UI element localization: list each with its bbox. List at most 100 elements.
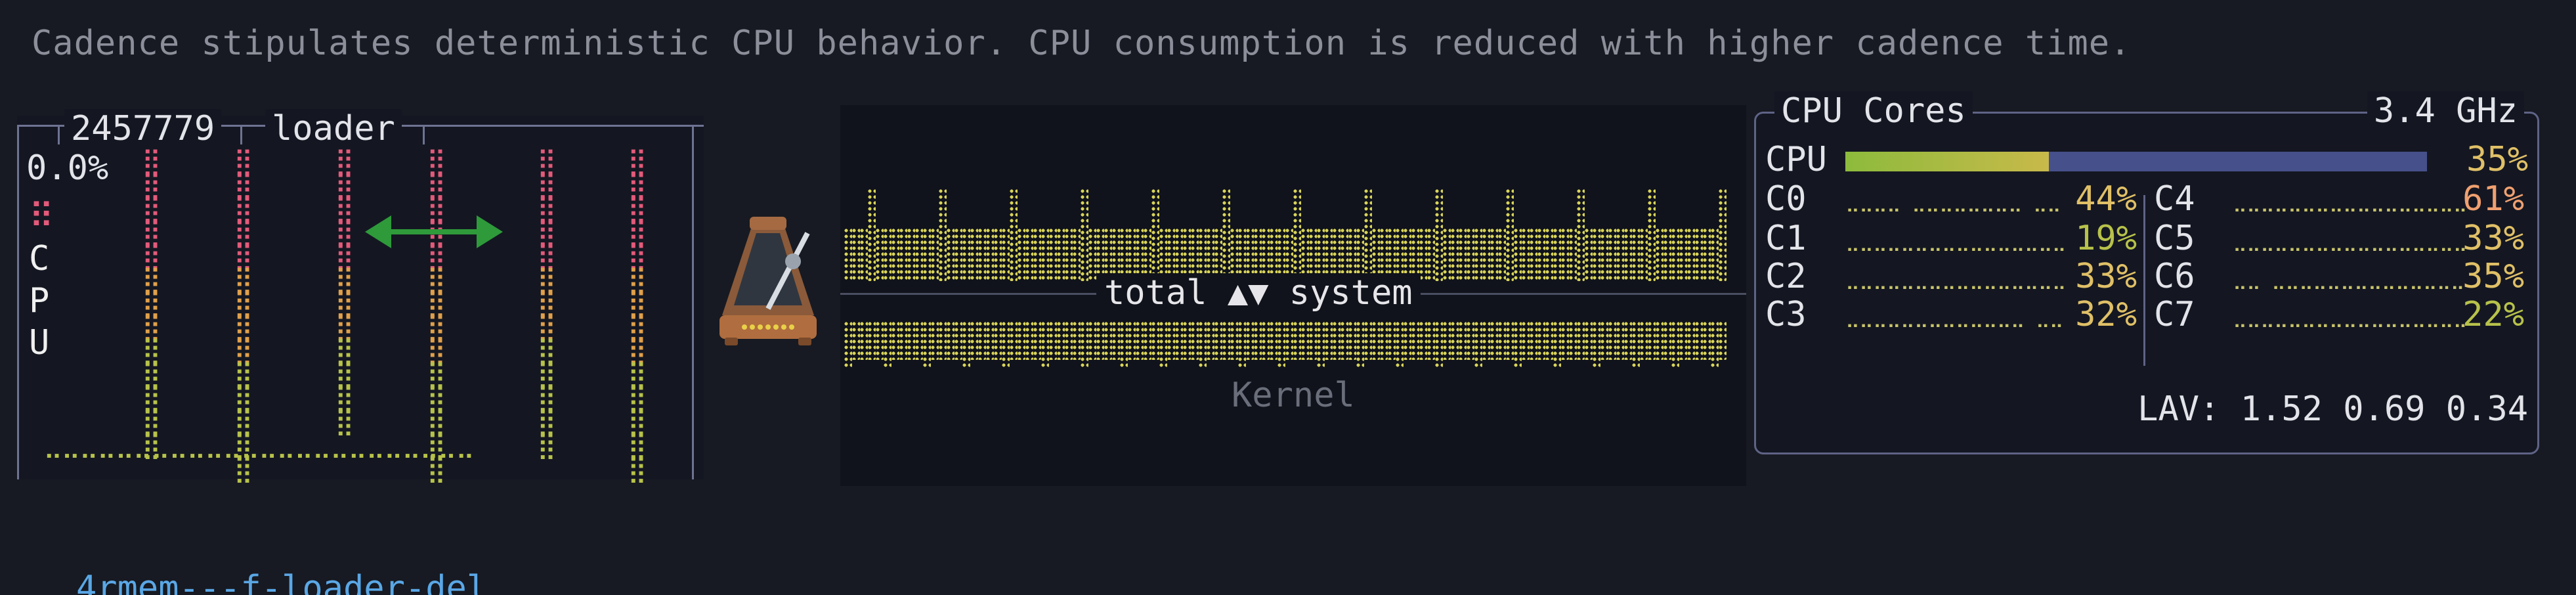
system-bar-down <box>1380 322 1388 360</box>
system-bar-down <box>939 322 947 360</box>
cpu-cores-panel[interactable]: CPU Cores 3.4 GHz CPU 35% C0 ⣀⣀⣀⣀ ⣀⣀⣀⣀⣀⣀… <box>1754 91 2539 454</box>
system-bar-down <box>1537 322 1545 360</box>
process-graph-column: ⣿ ⣿ ⣿ ⣿ ⣿ ⣿ ⣿ ⣿ ⣿ ⣿ ⣿ ⣿ ⣿ <box>537 146 556 460</box>
system-bar-up <box>1679 229 1687 281</box>
metronome-icon <box>719 217 817 345</box>
core-percent-c0: 44% <box>2075 179 2137 219</box>
system-bar-up <box>1049 229 1057 281</box>
system-bar-up <box>1018 229 1025 281</box>
system-bar-down <box>1301 322 1309 360</box>
system-bar-down <box>1451 322 1459 360</box>
panel-border-tick <box>58 125 60 144</box>
core-percent-c6: 35% <box>2462 257 2524 296</box>
system-bar-up <box>1522 229 1530 281</box>
system-bar-up <box>899 229 907 281</box>
system-bar-down <box>1246 322 1254 360</box>
system-bar-down <box>994 322 1002 360</box>
system-bar-down <box>1317 322 1325 368</box>
system-bar-down <box>1128 322 1136 360</box>
system-bar-up <box>1025 229 1033 281</box>
system-bar-up <box>1537 229 1545 281</box>
system-bar-up <box>915 229 923 281</box>
system-bar-up <box>1695 229 1703 281</box>
system-bar-down <box>1033 322 1041 360</box>
system-graph-label[interactable]: total ▲▼ system <box>1096 273 1421 313</box>
system-bar-down <box>1207 322 1214 360</box>
system-bar-up <box>923 229 931 281</box>
panel-border-right <box>692 125 694 479</box>
core-sparkline-c0: ⣀⣀⣀⣀ ⣀⣀⣀⣀⣀⣀⣀⣀ ⣀⣀ <box>1845 190 2061 213</box>
system-bar-up <box>1451 229 1459 281</box>
system-bar-up <box>1632 229 1640 281</box>
vertical-label-dots: ⠿ <box>29 197 54 236</box>
system-bar-up <box>1577 189 1585 281</box>
system-bar-down <box>1136 322 1144 360</box>
process-name: loader <box>265 109 402 148</box>
system-bar-up <box>1057 229 1065 281</box>
system-bar-up <box>994 229 1002 281</box>
system-bar-down <box>1348 322 1356 360</box>
system-bar-down <box>923 322 931 368</box>
system-bar-up <box>1687 229 1695 281</box>
system-bar-up <box>868 189 876 281</box>
system-bar-down <box>1404 322 1411 360</box>
system-bar-up <box>1585 229 1593 281</box>
system-bar-up <box>1222 189 1230 281</box>
system-bar-up <box>1490 229 1498 281</box>
core-label-c6: C6 <box>2154 257 2195 296</box>
core-sparkline-c5: ⣀⣀⣀⣀⣀⣀⣀⣀⣀⣀⣀⣀⣀⣀⣀⣀⣀ <box>2233 229 2468 252</box>
system-bar-up <box>1624 229 1632 281</box>
process-graph-column: ⣿ ⣿ ⣿ ⣿ ⣿ ⣿ ⣿ ⣿ ⣿ ⣿ ⣿ ⣿ ⣿ ⣿ <box>628 146 647 484</box>
system-bar-down <box>1309 322 1317 360</box>
core-sparkline-c3: ⣀⣀⣀⣀⣀⣀⣀⣀⣀⣀⣀⣀⣀ ⣀⣀ <box>1845 305 2064 328</box>
panel-border-tick <box>240 125 242 144</box>
system-bar-down <box>1262 322 1270 360</box>
system-cpu-panel[interactable]: total ▲▼ system Kernel <box>840 105 1746 486</box>
system-bar-down <box>1088 322 1096 360</box>
core-percent-c3: 32% <box>2075 295 2137 334</box>
process-graph-baseline: ⣀⣀⣀⣀⣀⣀⣀⣀⣀⣀⣀⣀⣀⣀⣀⣀⣀⣀⣀⣀⣀⣀⣀⣀ <box>43 429 475 459</box>
system-bar-down <box>1600 322 1608 360</box>
system-bar-up <box>1593 229 1600 281</box>
system-bar-up <box>1419 229 1427 281</box>
system-bar-down <box>1214 322 1222 360</box>
system-bar-up <box>1711 229 1719 281</box>
system-bar-up <box>1427 229 1435 281</box>
system-bar-up <box>1293 189 1301 281</box>
process-panel[interactable]: 2457779 loader 0.0% ⠿ C P U ⣿ ⣿ ⣿ ⣿ ⣿ ⣿ … <box>17 109 704 595</box>
system-bar-down <box>884 322 891 368</box>
resize-arrow-icon[interactable] <box>365 209 503 255</box>
system-bar-down <box>1010 322 1018 360</box>
system-bar-down <box>1711 322 1719 368</box>
core-percent-c1: 19% <box>2075 219 2137 258</box>
system-bar-up <box>1151 189 1159 281</box>
system-bar-up <box>1640 229 1648 281</box>
core-sparkline-c7: ⣀⣀⣀⣀⣀⣀⣀⣀⣀⣀⣀⣀⣀⣀⣀⣀⣀ <box>2233 305 2468 328</box>
core-sparkline-c1: ⣀⣀⣀⣀⣀⣀⣀⣀⣀⣀⣀⣀⣀⣀⣀⣀ <box>1845 229 2067 252</box>
system-bar-down <box>986 322 994 360</box>
core-label-c2: C2 <box>1765 257 1807 296</box>
system-bar-up <box>844 229 852 281</box>
process-graph-column: ⣿ ⣿ ⣿ ⣿ ⣿ ⣿ ⣿ ⣿ ⣿ ⣿ ⣿ ⣿ <box>335 146 354 437</box>
system-bar-down <box>1191 322 1199 360</box>
system-bar-up <box>1010 189 1018 281</box>
system-bar-down <box>1545 322 1553 360</box>
system-bar-down <box>1285 322 1293 360</box>
process-pid: 2457779 <box>64 109 222 148</box>
system-bar-down <box>1270 322 1277 360</box>
system-bar-down <box>1593 322 1600 368</box>
system-bar-up <box>939 189 947 281</box>
system-bar-up <box>1081 189 1088 281</box>
system-bar-down <box>868 322 876 360</box>
system-bar-down <box>899 322 907 360</box>
system-bar-down <box>1356 322 1364 368</box>
system-bar-up <box>931 229 939 281</box>
system-bar-up <box>907 229 915 281</box>
system-bar-down <box>1522 322 1530 360</box>
cpu-total-percent: 35% <box>2466 140 2528 179</box>
process-graph-column: ⣿ ⣿ ⣿ ⣿ ⣿ ⣿ ⣿ ⣿ ⣿ ⣿ ⣿ ⣿ ⣿ <box>142 146 161 460</box>
system-bar-down <box>891 322 899 360</box>
system-bar-down <box>1159 322 1167 368</box>
core-percent-c4: 61% <box>2462 179 2524 219</box>
core-label-c1: C1 <box>1765 219 1807 258</box>
